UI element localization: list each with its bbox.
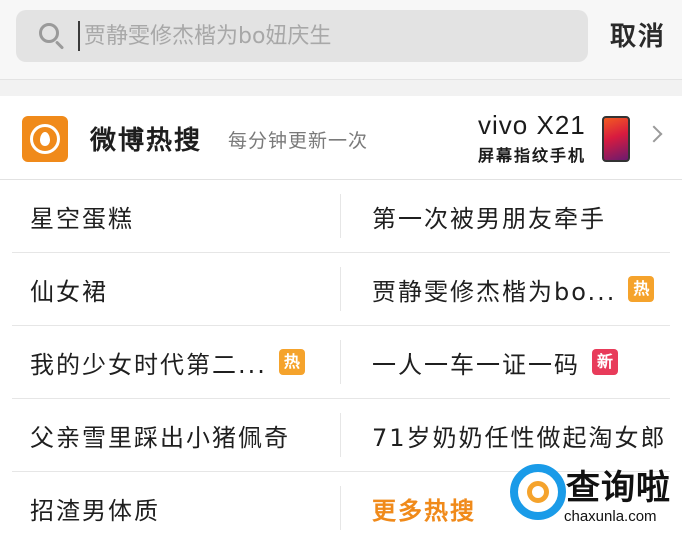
hot-item[interactable]: 第一次被男朋友牵手 bbox=[372, 180, 672, 252]
more-hot-search-label: 更多热搜 bbox=[372, 496, 476, 525]
watermark-url: chaxunla.com bbox=[564, 508, 657, 525]
banner-title: 微博热搜 bbox=[90, 126, 203, 156]
hot-item-label: 71岁奶奶任性做起淘女郎 bbox=[372, 423, 667, 452]
hot-row: 星空蛋糕 第一次被男朋友牵手 bbox=[0, 180, 682, 253]
cancel-button[interactable]: 取消 bbox=[610, 16, 666, 53]
ad-slogan: 屏幕指纹手机 bbox=[478, 146, 587, 165]
search-input[interactable] bbox=[84, 16, 544, 56]
hot-item[interactable]: 父亲雪里踩出小猪佩奇 bbox=[30, 399, 330, 471]
ad-model: X21 bbox=[536, 110, 586, 140]
hot-badge: 热 bbox=[278, 349, 305, 375]
banner-subtitle: 每分钟更新一次 bbox=[228, 130, 369, 152]
hot-item-label: 招渣男体质 bbox=[30, 496, 160, 525]
search-box[interactable] bbox=[16, 10, 588, 62]
hot-search-logo-icon bbox=[22, 116, 68, 162]
hot-item-label: 一人一车一证一码 bbox=[372, 350, 580, 379]
phone-image-icon bbox=[602, 116, 630, 162]
text-caret bbox=[78, 21, 80, 51]
divider bbox=[340, 486, 341, 530]
hot-item-label: 第一次被男朋友牵手 bbox=[372, 204, 606, 233]
hot-item-label: 我的少女时代第二... bbox=[30, 350, 267, 379]
hot-item[interactable]: 星空蛋糕 bbox=[30, 180, 330, 252]
hot-item-label: 贾静雯修杰楷为bo... bbox=[372, 277, 617, 306]
hot-item-label: 仙女裙 bbox=[30, 277, 108, 306]
new-badge: 新 bbox=[592, 349, 618, 375]
hot-item[interactable]: 招渣男体质 bbox=[30, 472, 330, 543]
chevron-right-icon[interactable] bbox=[645, 125, 663, 143]
hot-item[interactable]: 贾静雯修杰楷为bo... 热 bbox=[372, 253, 672, 325]
hot-item[interactable]: 一人一车一证一码新 bbox=[372, 326, 672, 398]
hot-row: 仙女裙 贾静雯修杰楷为bo... 热 bbox=[0, 253, 682, 326]
divider bbox=[340, 267, 341, 311]
divider bbox=[340, 340, 341, 384]
top-search-bar: 取消 bbox=[0, 0, 682, 80]
watermark-logo-icon bbox=[510, 464, 566, 520]
ad-brand: vivo X21 bbox=[478, 110, 586, 141]
watermark-name: 查询啦 bbox=[566, 468, 671, 508]
divider bbox=[340, 413, 341, 457]
hot-item[interactable]: 我的少女时代第二... 热 bbox=[30, 326, 330, 398]
divider bbox=[340, 194, 341, 238]
hot-item[interactable]: 仙女裙 bbox=[30, 253, 330, 325]
weibo-hot-search-banner[interactable]: 微博热搜 每分钟更新一次 vivo X21 屏幕指纹手机 bbox=[0, 96, 682, 180]
watermark: 查询啦 chaxunla.com bbox=[506, 456, 682, 543]
hot-badge: 热 bbox=[628, 276, 655, 302]
hot-row: 我的少女时代第二... 热 一人一车一证一码新 bbox=[0, 326, 682, 399]
hot-item-label: 父亲雪里踩出小猪佩奇 bbox=[30, 423, 290, 452]
hot-item-label: 星空蛋糕 bbox=[30, 204, 134, 233]
ad-brand-name: vivo bbox=[478, 110, 529, 140]
search-icon bbox=[38, 22, 66, 50]
